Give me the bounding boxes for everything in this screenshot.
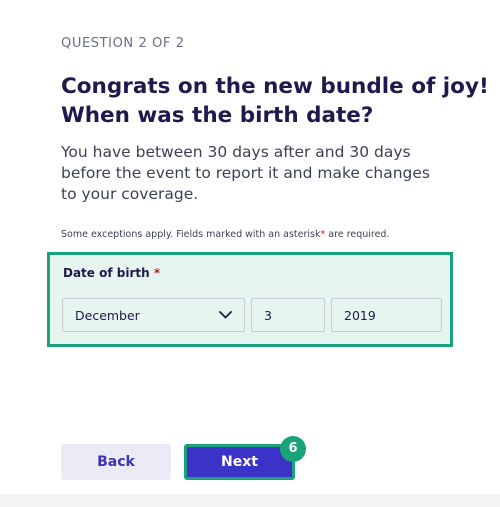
- day-input[interactable]: 3: [251, 298, 325, 332]
- month-select[interactable]: December: [62, 298, 245, 332]
- month-value: December: [75, 307, 140, 323]
- year-value: 2019: [344, 307, 376, 323]
- date-of-birth-label: Date of birth *: [63, 266, 160, 280]
- next-button[interactable]: Next: [184, 444, 295, 480]
- chevron-down-icon: [219, 311, 232, 319]
- instructions-line-2: before the event to report it and make c…: [61, 164, 431, 182]
- instructions: You have between 30 days after and 30 da…: [61, 142, 461, 205]
- footer-strip: [0, 494, 500, 507]
- page-title: Congrats on the new bundle of joy! When …: [61, 72, 489, 130]
- required-note-text: Some exceptions apply. Fields marked wit…: [61, 229, 321, 240]
- instructions-line-1: You have between 30 days after and 30 da…: [61, 143, 411, 161]
- required-note-tail: are required.: [325, 229, 390, 240]
- required-asterisk: *: [153, 266, 161, 280]
- date-of-birth-group: Date of birth * December 3 2019: [47, 252, 453, 347]
- year-input[interactable]: 2019: [331, 298, 442, 332]
- question-page: QUESTION 2 OF 2 Congrats on the new bund…: [0, 0, 500, 507]
- instructions-line-3: to your coverage.: [61, 185, 199, 203]
- back-button[interactable]: Back: [61, 444, 171, 480]
- date-of-birth-label-text: Date of birth: [63, 266, 150, 280]
- question-progress: QUESTION 2 OF 2: [61, 36, 185, 51]
- title-line-2: When was the birth date?: [61, 103, 374, 128]
- title-line-1: Congrats on the new bundle of joy!: [61, 74, 489, 99]
- required-fields-note: Some exceptions apply. Fields marked wit…: [61, 229, 389, 240]
- day-value: 3: [264, 307, 272, 323]
- step-number-badge: 6: [280, 436, 306, 462]
